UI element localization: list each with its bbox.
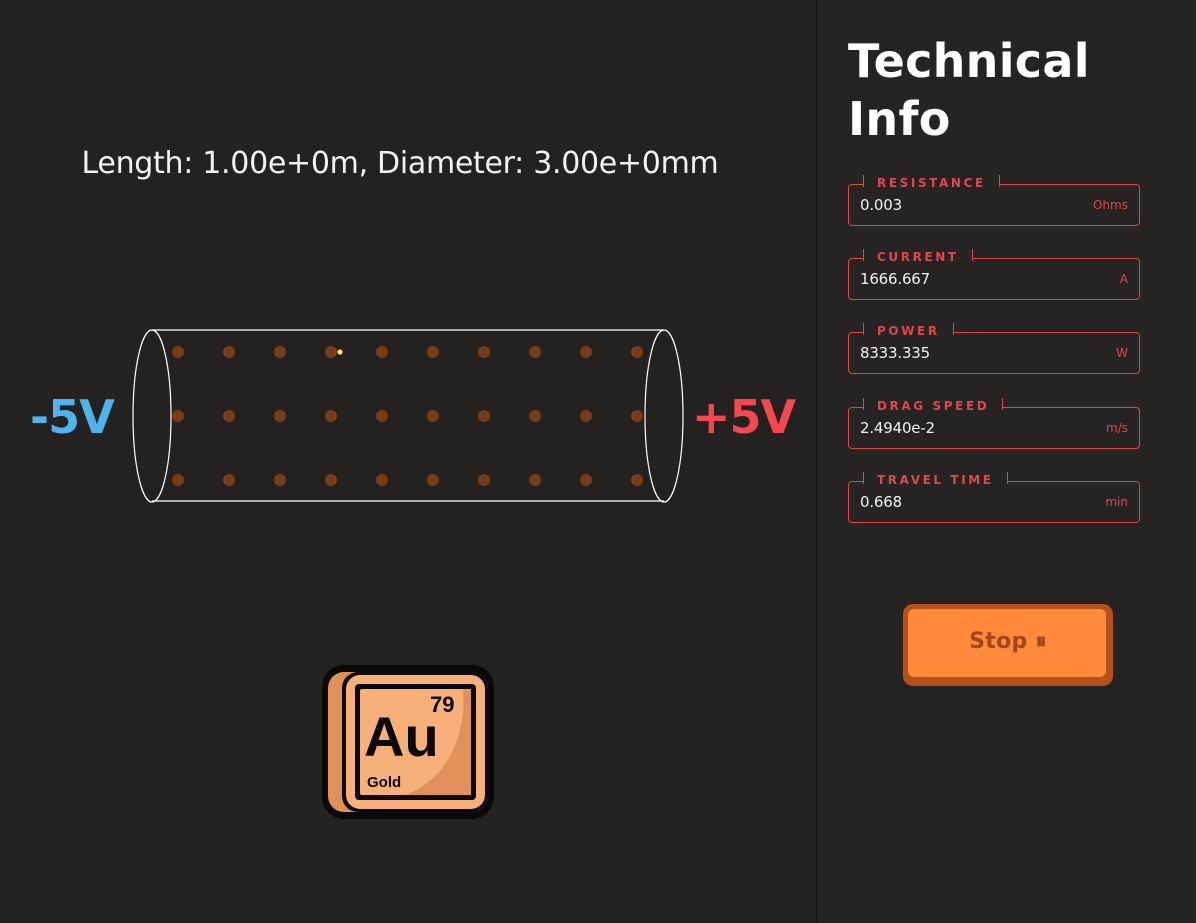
drag-speed-unit: m/s	[1106, 421, 1128, 435]
element-symbol: Au	[364, 705, 439, 768]
stop-button-label: Stop ⏸	[969, 629, 1047, 654]
electron-dot	[478, 474, 490, 486]
current-field: CURRENT 1666.667 A	[848, 248, 1140, 300]
element-name: Gold	[367, 774, 401, 791]
power-field: POWER 8333.335 W	[848, 322, 1140, 374]
electron-dot	[478, 410, 490, 422]
electron-dot	[172, 410, 184, 422]
tracked-electron	[337, 349, 343, 355]
electron-dot	[580, 410, 592, 422]
power-label: POWER	[863, 322, 954, 340]
electron-dot	[631, 410, 643, 422]
travel-time-value: 0.668	[860, 493, 902, 511]
element-tile-gold[interactable]: Au 79 Gold	[321, 664, 495, 820]
electron-dot	[325, 410, 337, 422]
electron-dot	[376, 474, 388, 486]
current-label: CURRENT	[863, 248, 973, 266]
travel-time-label: TRAVEL TIME	[863, 471, 1008, 489]
electron-dot	[631, 346, 643, 358]
power-value: 8333.335	[860, 344, 930, 362]
electron-dot	[529, 410, 541, 422]
electron-dot	[172, 346, 184, 358]
electron-dot	[325, 346, 337, 358]
power-unit: W	[1116, 346, 1128, 360]
electron-dot	[274, 474, 286, 486]
drag-speed-field: DRAG SPEED 2.4940e-2 m/s	[848, 397, 1140, 449]
wire-right-end	[644, 329, 684, 503]
electron-dot	[223, 410, 235, 422]
electron-dot	[529, 474, 541, 486]
travel-time-field: TRAVEL TIME 0.668 min	[848, 471, 1140, 523]
electron-dot	[427, 346, 439, 358]
drag-speed-value: 2.4940e-2	[860, 419, 935, 437]
electron-dot	[376, 346, 388, 358]
technical-info-panel: Technical Info RESISTANCE 0.003 Ohms CUR…	[817, 0, 1196, 923]
wire-dimensions-text: Length: 1.00e+0m, Diameter: 3.00e+0mm	[81, 146, 719, 181]
electron-dot	[427, 474, 439, 486]
electron-dot	[223, 346, 235, 358]
panel-title: Technical Info	[848, 34, 1090, 146]
electron-dot	[478, 346, 490, 358]
current-value: 1666.667	[860, 270, 930, 288]
current-unit: A	[1119, 272, 1128, 286]
resistance-field: RESISTANCE 0.003 Ohms	[848, 174, 1140, 226]
electron-dot	[631, 474, 643, 486]
resistance-label: RESISTANCE	[863, 174, 1000, 192]
electron-dot	[529, 346, 541, 358]
wire-cylinder	[132, 329, 684, 503]
resistance-value: 0.003	[860, 196, 902, 214]
electron-dot	[274, 410, 286, 422]
electron-dot	[376, 410, 388, 422]
electron-dot	[223, 474, 235, 486]
electron-dot	[325, 474, 337, 486]
app-root: Length: 1.00e+0m, Diameter: 3.00e+0mm -5…	[0, 0, 1196, 923]
resistance-unit: Ohms	[1093, 198, 1128, 212]
electron-dot	[580, 474, 592, 486]
wire-diagram	[132, 329, 684, 503]
electrons-group	[172, 346, 643, 486]
electron-dot	[427, 410, 439, 422]
element-atomic-number: 79	[430, 692, 454, 717]
wire-left-end	[132, 329, 172, 503]
electron-dot	[580, 346, 592, 358]
stop-button[interactable]: Stop ⏸	[903, 604, 1113, 686]
electron-dot	[172, 474, 184, 486]
drag-speed-label: DRAG SPEED	[863, 397, 1004, 415]
electron-dot	[274, 346, 286, 358]
travel-time-unit: min	[1105, 495, 1128, 509]
simulation-area: Length: 1.00e+0m, Diameter: 3.00e+0mm -5…	[0, 0, 816, 923]
